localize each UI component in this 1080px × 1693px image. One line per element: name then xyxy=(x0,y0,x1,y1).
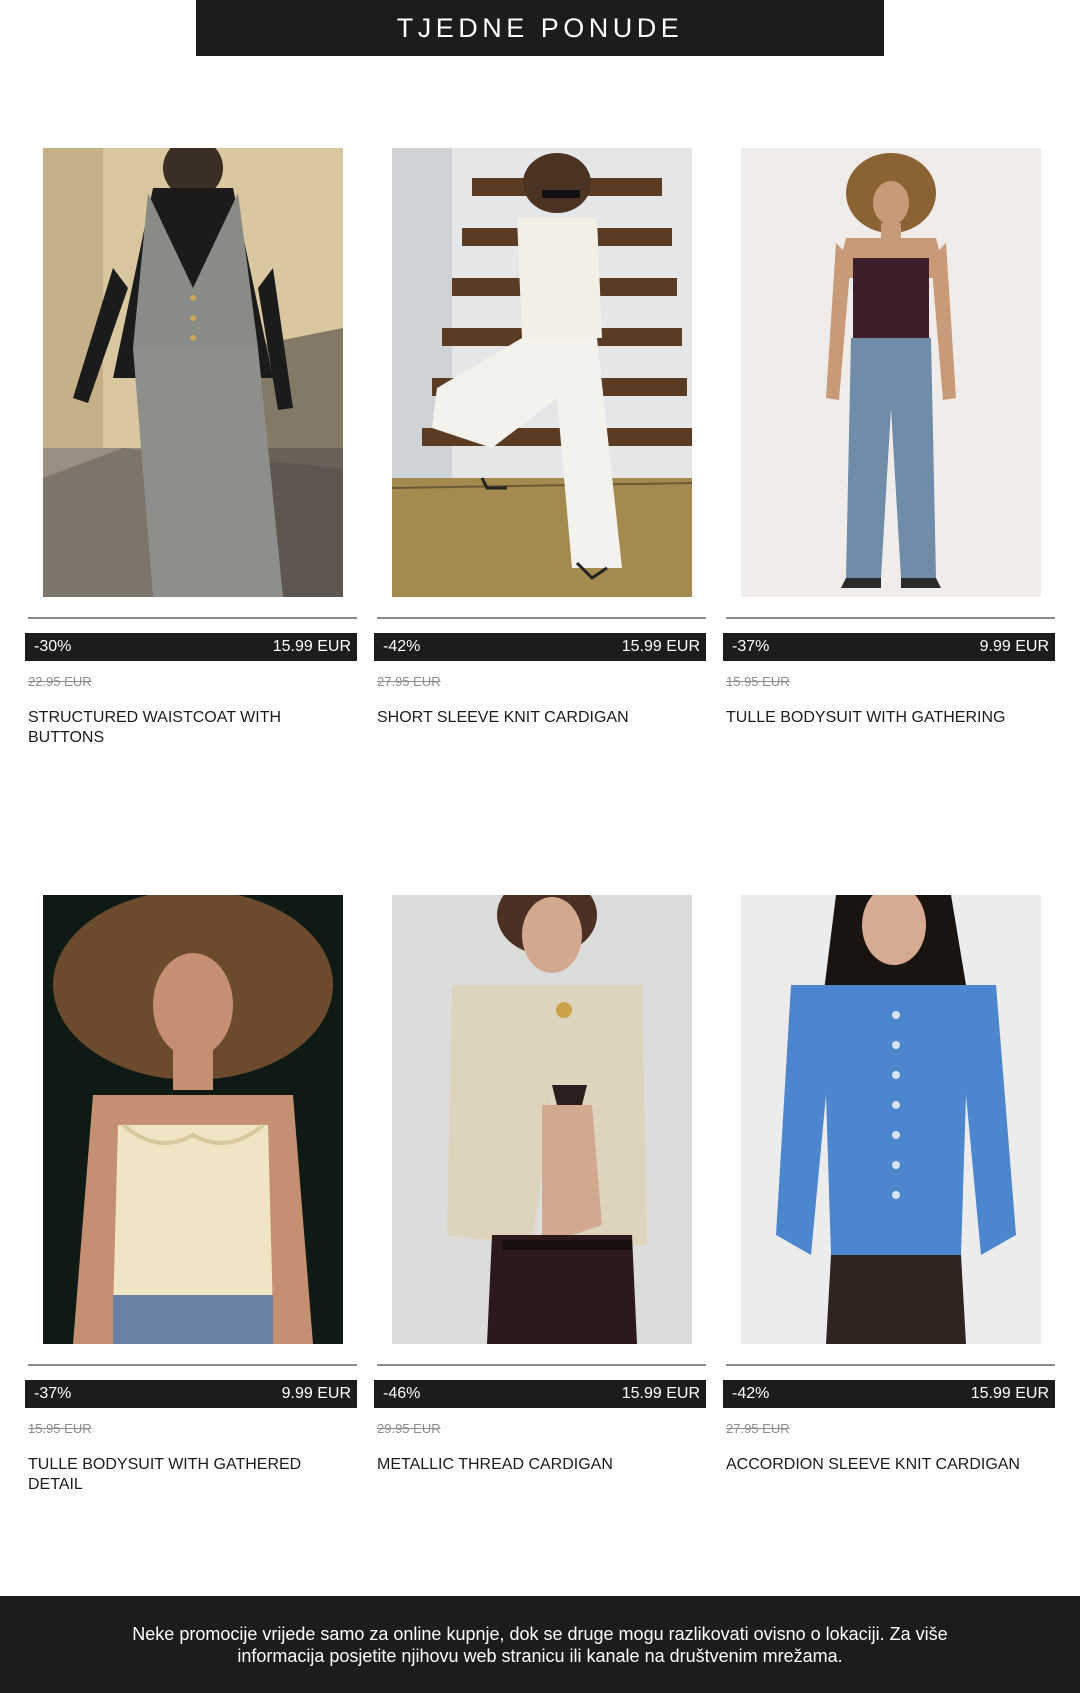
price-bar: -37% 9.99 EUR xyxy=(723,633,1055,661)
product-image[interactable] xyxy=(392,895,692,1344)
discount-badge: -30% xyxy=(34,638,72,655)
divider xyxy=(28,1364,357,1366)
price-bar: -46% 15.99 EUR xyxy=(374,1380,706,1408)
product-name[interactable]: TULLE BODYSUIT WITH GATHERED DETAIL xyxy=(28,1455,360,1495)
page-title: TJEDNE PONUDE xyxy=(396,12,684,43)
original-price: 29.95 EUR xyxy=(377,1421,441,1436)
original-price: 15.95 EUR xyxy=(28,1421,92,1436)
price-bar: -30% 15.99 EUR xyxy=(25,633,357,661)
divider xyxy=(726,617,1055,619)
original-price: 27.95 EUR xyxy=(726,1421,790,1436)
product-image[interactable] xyxy=(43,895,343,1344)
discount-badge: -46% xyxy=(383,1385,421,1402)
sale-price: 15.99 EUR xyxy=(621,638,700,655)
product-image[interactable] xyxy=(43,148,343,597)
price-bar: -42% 15.99 EUR xyxy=(723,1380,1055,1408)
sale-price: 15.99 EUR xyxy=(272,638,351,655)
product-image[interactable] xyxy=(392,148,692,597)
divider xyxy=(726,1364,1055,1366)
product-name[interactable]: SHORT SLEEVE KNIT CARDIGAN xyxy=(377,708,709,728)
product-name[interactable]: TULLE BODYSUIT WITH GATHERING xyxy=(726,708,1058,728)
discount-badge: -42% xyxy=(383,638,421,655)
header-banner: TJEDNE PONUDE xyxy=(196,0,884,56)
product-image[interactable] xyxy=(741,148,1041,597)
sale-price: 15.99 EUR xyxy=(970,1385,1049,1402)
original-price: 22.95 EUR xyxy=(28,674,92,689)
divider xyxy=(377,617,706,619)
discount-badge: -37% xyxy=(732,638,770,655)
price-bar: -37% 9.99 EUR xyxy=(25,1380,357,1408)
discount-badge: -42% xyxy=(732,1385,770,1402)
footer-disclaimer: Neke promocije vrijede samo za online ku… xyxy=(132,1623,948,1666)
product-name[interactable]: METALLIC THREAD CARDIGAN xyxy=(377,1455,709,1475)
product-name[interactable]: STRUCTURED WAISTCOAT WITH BUTTONS xyxy=(28,708,360,748)
discount-badge: -37% xyxy=(34,1385,72,1402)
sale-price: 9.99 EUR xyxy=(281,1385,351,1402)
original-price: 15.95 EUR xyxy=(726,674,790,689)
weekly-offers-page: TJEDNE PONUDE -30% 15.99 EUR 22.95 EUR S… xyxy=(0,0,1080,1693)
sale-price: 9.99 EUR xyxy=(979,638,1049,655)
divider xyxy=(377,1364,706,1366)
product-image[interactable] xyxy=(741,895,1041,1344)
sale-price: 15.99 EUR xyxy=(621,1385,700,1402)
divider xyxy=(28,617,357,619)
footer-banner: Neke promocije vrijede samo za online ku… xyxy=(0,1596,1080,1693)
original-price: 27.95 EUR xyxy=(377,674,441,689)
product-name[interactable]: ACCORDION SLEEVE KNIT CARDIGAN xyxy=(726,1455,1058,1475)
price-bar: -42% 15.99 EUR xyxy=(374,633,706,661)
